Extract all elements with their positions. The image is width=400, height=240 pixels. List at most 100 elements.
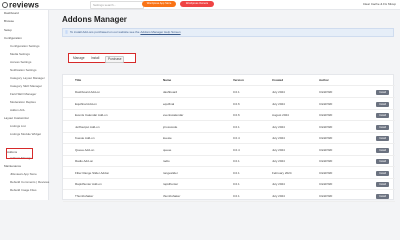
cell-created: July 2024 xyxy=(272,193,285,198)
header-name: Name xyxy=(163,78,172,82)
sidebar-item-field-seo[interactable]: Field SEO Manager xyxy=(10,92,36,96)
cell-created: July 2024 xyxy=(272,90,285,94)
sidebar-item-maintenance[interactable]: Maintenance xyxy=(4,164,21,168)
sidebar-item-layout-customizer[interactable]: Layout Customizer xyxy=(4,116,29,120)
sidebar-item-configuration[interactable]: Configuration xyxy=(4,36,22,40)
cell-author: ClickFWD xyxy=(319,113,333,117)
addon-tabs: Manage Install Purchase xyxy=(68,53,136,63)
sidebar-item-dashboard[interactable]: Dashboard xyxy=(4,11,19,15)
install-button[interactable]: Install xyxy=(376,101,389,107)
logo-icon xyxy=(2,1,8,8)
cell-author: ClickFWD xyxy=(319,136,333,140)
table-row: Rapidhunter Add-on rapidhunter 0.0.1 July 2… xyxy=(63,179,395,190)
sidebar-item-moderation-replies[interactable]: Moderation Replies xyxy=(10,100,36,104)
sidebar-item-category-layout[interactable]: Category Layout Manager xyxy=(10,76,45,80)
clear-cache-link[interactable]: Clear Cache & Fix Mixup xyxy=(363,1,396,7)
settings-search-input[interactable]: Settings search... xyxy=(90,1,144,9)
install-button[interactable]: Install xyxy=(376,170,389,176)
table-row: Events Calendar Add-on eventscalendar 0.0.… xyxy=(63,110,395,121)
table-row: Radio Add-on radio 0.0.1 July 2024 ClickFWD I… xyxy=(63,156,395,167)
sidebar-item-rebuild-images[interactable]: Rebuild Image Files xyxy=(10,188,37,192)
cell-title: Jer8output Add-on xyxy=(75,124,100,129)
cell-created: February 2024 xyxy=(272,170,292,175)
sidebar-item-app-store[interactable]: JReviews App Store xyxy=(10,172,37,176)
header-title: Title xyxy=(75,78,82,82)
cell-created: July 2024 xyxy=(272,136,285,140)
cell-name: jcrosscode xyxy=(163,124,178,129)
cell-created: July 2024 xyxy=(272,159,285,163)
cell-version: 0.0.6 xyxy=(233,113,240,117)
install-button[interactable]: Install xyxy=(376,147,389,153)
highlight-box-addons xyxy=(6,148,33,159)
info-help-link[interactable]: Addons Manager Help Screen xyxy=(140,30,180,34)
install-button[interactable]: Install xyxy=(376,159,389,164)
cell-author: ClickFWD xyxy=(319,147,333,152)
cell-title: Queue Add-on xyxy=(75,147,95,152)
cell-author: ClickFWD xyxy=(319,193,333,198)
info-icon: ⓘ xyxy=(65,30,69,34)
cell-title: Thumbshaker xyxy=(75,193,94,198)
logo-text: reviews xyxy=(9,0,40,10)
install-button[interactable]: Install xyxy=(376,193,389,199)
table-row: Filter Range Slider Addon rangeslider 0.0.… xyxy=(63,168,395,179)
cell-created: August 2024 xyxy=(272,113,289,117)
cell-version: 0.0.1 xyxy=(233,159,240,163)
cell-name: rapidhunter xyxy=(163,182,179,186)
cell-title: Dashboard Add-on xyxy=(75,90,101,94)
cell-version: 0.0.6 xyxy=(233,101,240,106)
cell-author: ClickFWD xyxy=(319,124,333,129)
cell-name: thumbshaker xyxy=(163,193,181,198)
sidebar-item-access-settings[interactable]: Access Settings xyxy=(10,60,31,64)
sidebar-item-media-settings[interactable]: Media Settings xyxy=(10,52,30,56)
main-content: Addons Manager ⇪ ⓘ To install Add-ons pur… xyxy=(48,10,400,202)
install-button[interactable]: Install xyxy=(376,182,389,187)
cell-created: July 2024 xyxy=(272,124,285,129)
sidebar-item-listings-list[interactable]: Listings List xyxy=(10,124,26,128)
app-logo[interactable]: reviews xyxy=(2,0,39,9)
app-store-button[interactable]: Wordpress App Store xyxy=(142,1,176,7)
header-version: Version xyxy=(233,78,244,82)
sidebar-item-category-seo[interactable]: Category SEO Manager xyxy=(10,84,42,88)
sidebar-item-addon-acl[interactable]: Addon ACL xyxy=(10,108,25,112)
sidebar-item-configuration-settings[interactable]: Configuration Settings xyxy=(10,44,40,48)
cell-title: Events Calendar Add-on xyxy=(75,113,108,117)
owners-button[interactable]: Wordpress Owners xyxy=(180,1,214,7)
cell-name: rangeslider xyxy=(163,170,178,175)
table-header: Title Name Version Created Author xyxy=(63,75,395,86)
header-author: Author xyxy=(319,78,329,82)
install-button[interactable]: Install xyxy=(376,113,389,118)
cell-version: 0.0.1 xyxy=(233,193,240,198)
cell-version: 0.0.1 xyxy=(233,90,240,94)
sidebar-item-notification-settings[interactable]: Notification Settings xyxy=(10,68,37,72)
top-bar: reviews Settings search... Wordpress App… xyxy=(0,0,400,10)
page-title: Addons Manager xyxy=(62,15,127,24)
cell-version: 0.0.1 xyxy=(233,182,240,186)
install-button[interactable]: Install xyxy=(376,136,389,141)
tab-install[interactable]: Install xyxy=(89,56,101,61)
install-button[interactable]: Install xyxy=(376,124,389,130)
sidebar-item-browse[interactable]: Browse xyxy=(4,19,14,23)
table-row: Thumbshaker thumbshaker 0.0.1 July 2024 Clic… xyxy=(63,191,395,202)
info-text: To install Add-ons purchased on our webs… xyxy=(70,30,140,34)
cell-version: 0.0.1 xyxy=(233,124,240,129)
upload-icon[interactable]: ⇪ xyxy=(123,17,126,22)
table-row: Equifinal Add-on equifinal 0.0.6 July 2024 C… xyxy=(63,99,395,110)
sidebar-item-setup[interactable]: Setup xyxy=(4,28,12,32)
cell-title: Radio Add-on xyxy=(75,159,94,163)
cell-name: kuesie xyxy=(163,136,172,140)
cell-author: ClickFWD xyxy=(319,182,333,186)
install-button[interactable]: Install xyxy=(376,90,389,95)
table-row: Kuesie Add-on kuesie 0.0.4 July 2024 ClickFW… xyxy=(63,133,395,144)
cell-created: July 2024 xyxy=(272,101,285,106)
addons-table: Title Name Version Created Author Dashbo… xyxy=(62,74,395,202)
tab-purchase[interactable]: Purchase xyxy=(105,56,125,63)
cell-author: ClickFWD xyxy=(319,159,333,163)
tab-manage[interactable]: Manage xyxy=(71,56,87,61)
sidebar-item-listings-module[interactable]: Listings Module Widget xyxy=(10,132,41,136)
cell-author: ClickFWD xyxy=(319,90,333,94)
cell-title: Equifinal Add-on xyxy=(75,101,97,106)
sidebar-item-rebuild-comments[interactable]: Rebuild Comments | Reviews xyxy=(10,180,49,184)
cell-version: 0.0.4 xyxy=(233,147,240,152)
cell-author: ClickFWD xyxy=(319,170,333,175)
cell-name: dashboard xyxy=(163,90,178,94)
